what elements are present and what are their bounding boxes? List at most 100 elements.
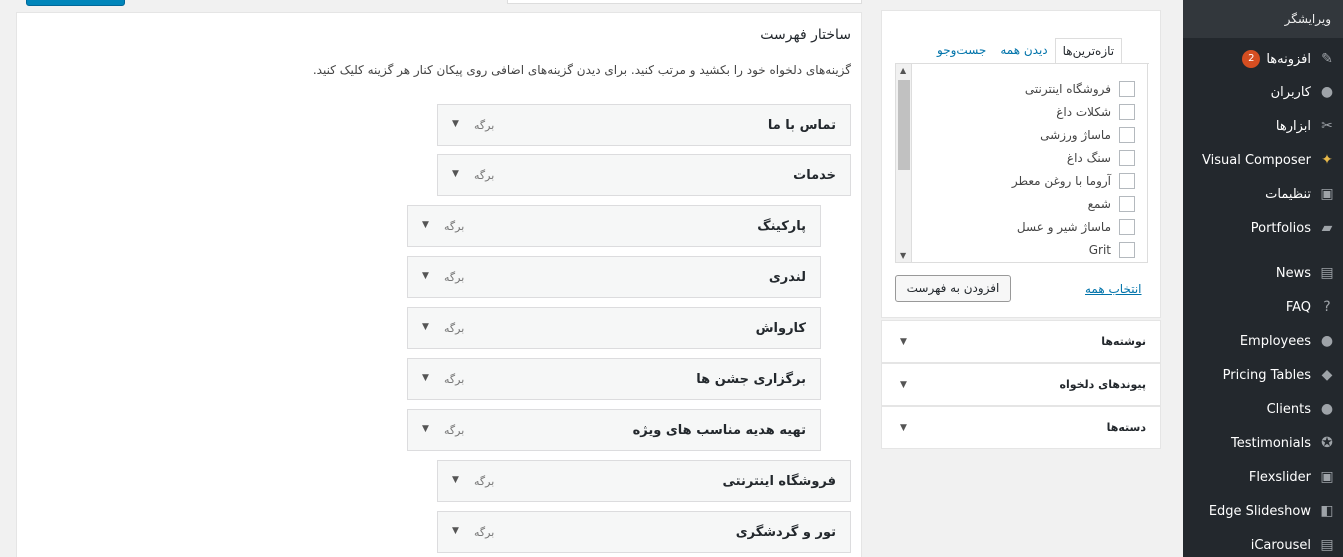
menu-item[interactable]: فروشگاه اینترنتی برگه ▼ <box>437 460 851 502</box>
menu-item[interactable]: کارواش برگه ▼ <box>407 307 821 349</box>
menu-name-input[interactable] <box>507 0 862 4</box>
sidebar-item-label: iCarousel <box>1250 537 1311 553</box>
plugin-icon: ✎ <box>1321 51 1333 67</box>
sidebar-item-label: کاربران <box>1270 84 1311 100</box>
expand-arrow-icon[interactable]: ▼ <box>900 423 907 433</box>
checklist-item-label: ماساژ ورزشی <box>1040 128 1111 142</box>
checklist-item[interactable]: شمع <box>1088 195 1135 213</box>
sidebar-item-label: تنظیمات <box>1265 186 1311 202</box>
menu-item[interactable]: خدمات برگه ▼ <box>437 154 851 196</box>
tab-search[interactable]: جست‌وجو <box>930 38 993 64</box>
checklist-item-label: Grit <box>1088 243 1111 257</box>
sidebar-header[interactable]: ویرایشگر <box>1183 0 1343 38</box>
expand-arrow-icon[interactable]: ▼ <box>452 119 459 129</box>
menu-item-type: برگه <box>474 169 495 182</box>
expand-arrow-icon[interactable]: ▼ <box>900 380 907 390</box>
sidebar-item-employees[interactable]: Employees ● <box>1183 326 1343 356</box>
sidebar-item-label: Pricing Tables <box>1222 367 1311 383</box>
expand-arrow-icon[interactable]: ▼ <box>452 475 459 485</box>
menu-item-title: تور و گردشگری <box>735 525 836 540</box>
tab-view-all[interactable]: دیدن همه <box>993 38 1054 64</box>
accordion-title: پیوندهای دلخواه <box>1059 378 1146 391</box>
tab-most-recent[interactable]: تازه‌ترین‌ها <box>1054 38 1123 64</box>
sidebar-item-users[interactable]: کاربران ● <box>1183 77 1343 107</box>
checklist-item[interactable]: Grit <box>1089 241 1135 259</box>
expand-arrow-icon[interactable]: ▼ <box>422 271 429 281</box>
expand-arrow-icon[interactable]: ▼ <box>452 169 459 179</box>
expand-arrow-icon[interactable]: ▼ <box>900 337 907 347</box>
sidebar-item-news[interactable]: News ▤ <box>1183 258 1343 288</box>
checklist-item[interactable]: آروما با روغن معطر <box>1012 172 1135 190</box>
sidebar-item-label: News <box>1275 265 1311 281</box>
sidebar-item-clients[interactable]: Clients ● <box>1183 394 1343 424</box>
accordion-posts[interactable]: نوشته‌ها ▼ <box>881 320 1161 363</box>
checkbox[interactable] <box>1119 219 1135 235</box>
checkbox[interactable] <box>1119 150 1135 166</box>
scroll-up-icon[interactable]: ▲ <box>900 66 906 75</box>
checklist-item[interactable]: شکلات داغ <box>1056 103 1135 121</box>
checkbox[interactable] <box>1119 242 1135 258</box>
menu-item-title: خدمات <box>793 168 836 183</box>
slides-icon: ◧ <box>1320 503 1334 519</box>
menu-item-type: برگه <box>444 271 465 284</box>
award-icon: ✪ <box>1321 435 1333 451</box>
accordion-categories[interactable]: دسته‌ها ▼ <box>881 406 1161 449</box>
expand-arrow-icon[interactable]: ▼ <box>422 322 429 332</box>
menu-item[interactable]: برگزاری جشن ها برگه ▼ <box>407 358 821 400</box>
checklist-item[interactable]: ماساژ ورزشی <box>1040 126 1135 144</box>
pages-tabs: تازه‌ترین‌ها دیدن همه جست‌وجو <box>930 38 1123 64</box>
help-icon: ? <box>1323 299 1331 315</box>
sidebar-item-plugins[interactable]: 2 افزونه‌ها ✎ <box>1183 44 1343 74</box>
sidebar-item-edge-slideshow[interactable]: Edge Slideshow ◧ <box>1183 496 1343 526</box>
menu-item-title: پارکینگ <box>757 219 806 234</box>
sidebar-item-visual-composer[interactable]: Visual Composer ✦ <box>1183 145 1343 175</box>
sidebar-item-faq[interactable]: FAQ ? <box>1183 292 1343 322</box>
checklist-item[interactable]: سنگ داغ <box>1067 149 1135 167</box>
sidebar-item-icarousel[interactable]: iCarousel ▤ <box>1183 530 1343 557</box>
expand-arrow-icon[interactable]: ▼ <box>452 526 459 536</box>
sidebar-item-portfolios[interactable]: Portfolios ▰ <box>1183 213 1343 243</box>
tag-icon: ◆ <box>1321 367 1333 383</box>
menu-item-type: برگه <box>444 373 465 386</box>
checklist-item[interactable]: فروشگاه اینترنتی <box>1025 80 1135 98</box>
sidebar-item-testimonials[interactable]: Testimonials ✪ <box>1183 428 1343 458</box>
menu-item-type: برگه <box>474 475 495 488</box>
checkbox[interactable] <box>1119 81 1135 97</box>
expand-arrow-icon[interactable]: ▼ <box>422 373 429 383</box>
scroll-thumb[interactable] <box>898 80 910 170</box>
menu-item[interactable]: تماس با ما برگه ▼ <box>437 104 851 146</box>
menu-item-type: برگه <box>444 424 465 437</box>
checkbox[interactable] <box>1119 104 1135 120</box>
menu-item[interactable]: لندری برگه ▼ <box>407 256 821 298</box>
menu-item-title: فروشگاه اینترنتی <box>722 474 836 489</box>
expand-arrow-icon[interactable]: ▼ <box>422 424 429 434</box>
sidebar-item-label: افزونه‌ها <box>1266 51 1311 67</box>
checkbox[interactable] <box>1119 173 1135 189</box>
menu-item-title: کارواش <box>755 321 806 336</box>
checklist-item-label: شکلات داغ <box>1056 105 1111 119</box>
sidebar-item-settings[interactable]: تنظیمات ▣ <box>1183 179 1343 209</box>
users-icon: ● <box>1320 84 1334 100</box>
checklist-scrollbar[interactable]: ▲ ▼ <box>896 64 912 262</box>
select-all-link[interactable]: انتخاب همه <box>1085 282 1142 296</box>
accordion-custom-links[interactable]: پیوندهای دلخواه ▼ <box>881 363 1161 406</box>
scroll-down-icon[interactable]: ▼ <box>900 251 906 260</box>
menu-item[interactable]: تور و گردشگری برگه ▼ <box>437 511 851 553</box>
menu-item[interactable]: پارکینگ برگه ▼ <box>407 205 821 247</box>
menu-item[interactable]: تهیه هدیه مناسب های ویژه برگه ▼ <box>407 409 821 451</box>
expand-arrow-icon[interactable]: ▼ <box>422 220 429 230</box>
add-to-menu-button[interactable]: افزودن به فهرست <box>895 275 1011 302</box>
sidebar-item-flexslider[interactable]: Flexslider ▣ <box>1183 462 1343 492</box>
save-menu-button[interactable] <box>26 0 125 6</box>
checklist-item-label: فروشگاه اینترنتی <box>1024 82 1111 96</box>
sidebar-item-tools[interactable]: ابزارها ✂ <box>1183 111 1343 141</box>
folder-icon: ▰ <box>1321 220 1333 236</box>
checkbox[interactable] <box>1119 196 1135 212</box>
person-icon: ● <box>1320 401 1334 417</box>
menu-structure-description: گزینه‌های دلخواه خود را بکشید و مرتب کنی… <box>312 63 851 77</box>
menu-item-title: لندری <box>768 270 806 285</box>
sidebar-item-label: Edge Slideshow <box>1208 503 1311 519</box>
checkbox[interactable] <box>1119 127 1135 143</box>
checklist-item[interactable]: ماساژ شیر و عسل <box>1017 218 1135 236</box>
sidebar-item-pricing-tables[interactable]: Pricing Tables ◆ <box>1183 360 1343 390</box>
